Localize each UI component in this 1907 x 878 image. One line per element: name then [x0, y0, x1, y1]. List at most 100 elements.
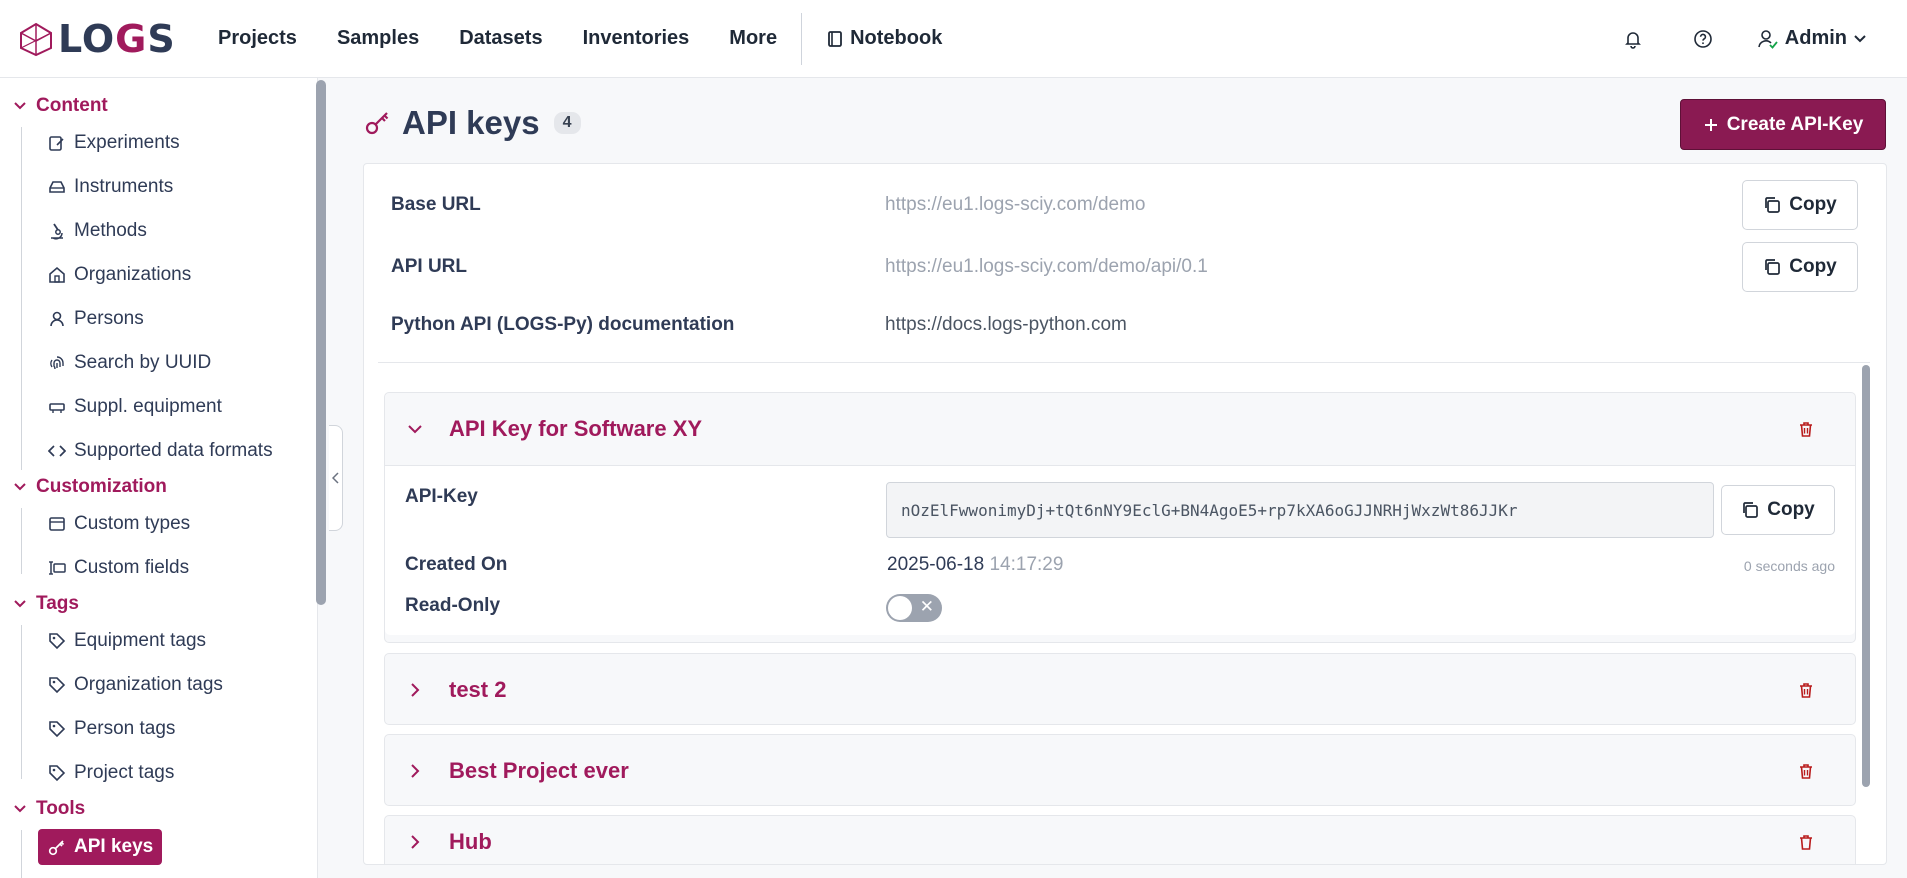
plus-icon: [1704, 118, 1717, 131]
nav-more[interactable]: More: [709, 27, 797, 50]
logs-logo[interactable]: LOGS: [18, 17, 188, 61]
tag-icon: [49, 633, 66, 650]
trash-icon[interactable]: [1797, 681, 1815, 699]
created-ago: 0 seconds ago: [1743, 558, 1835, 574]
logo-text: LOGS: [58, 16, 176, 61]
sidebar-section-tags[interactable]: Tags: [14, 593, 79, 615]
key-icon: [48, 840, 65, 856]
copy-label: Copy: [1789, 194, 1837, 215]
nav-inventories[interactable]: Inventories: [563, 27, 710, 50]
created-on-label: Created On: [405, 554, 508, 575]
api-key-title: test 2: [449, 677, 507, 702]
sidebar-item-label: Persons: [74, 308, 144, 329]
base-url-label: Base URL: [391, 194, 481, 215]
chevron-left-icon: [331, 472, 339, 484]
api-key-value-field[interactable]: nOzElFwwonimyDj+tQt6nNY9EclG+BN4AgoE5+rp…: [886, 482, 1714, 538]
api-key-panel: test 2: [384, 653, 1856, 725]
create-api-key-button[interactable]: Create API-Key: [1680, 99, 1886, 150]
sidebar-item-api-keys[interactable]: API keys: [38, 829, 162, 865]
sidebar-item-search-by-uuid[interactable]: Search by UUID: [48, 346, 211, 380]
create-api-key-label: Create API-Key: [1726, 113, 1864, 135]
created-date: 2025-06-18: [887, 554, 985, 575]
chevron-down-icon: [1854, 34, 1866, 42]
sidebar-item-label: API keys: [74, 836, 154, 857]
sidebar-section-tools[interactable]: Tools: [14, 798, 85, 820]
api-key-header[interactable]: Best Project ever: [385, 735, 1855, 807]
instrument-icon: [49, 181, 65, 193]
chevron-right-icon: [411, 683, 420, 697]
trash-icon[interactable]: [1797, 420, 1815, 438]
copy-api-url-button[interactable]: Copy: [1742, 242, 1858, 292]
sidebar-section-label: Customization: [36, 476, 167, 497]
copy-icon: [1765, 259, 1781, 275]
key-icon: [365, 112, 389, 135]
sidebar-item-custom-fields[interactable]: Custom fields: [48, 551, 189, 585]
custom-type-icon: [49, 517, 65, 531]
close-icon: ✕: [919, 597, 934, 616]
created-time: 14:17:29: [989, 554, 1064, 575]
nav-samples[interactable]: Samples: [317, 27, 439, 50]
chevron-right-icon: [411, 835, 420, 849]
card-divider: [378, 362, 1870, 363]
nav-projects[interactable]: Projects: [198, 27, 317, 50]
sidebar-section-content[interactable]: Content: [14, 95, 108, 117]
sidebar-item-label: Suppl. equipment: [74, 396, 222, 417]
docs-label: Python API (LOGS-Py) documentation: [391, 314, 735, 335]
sidebar-item-organization-tags[interactable]: Organization tags: [48, 668, 223, 702]
chevron-down-icon: [14, 102, 26, 110]
microscope-icon: [51, 223, 63, 240]
base-url-value: https://eu1.logs-sciy.com/demo: [885, 194, 1146, 215]
notifications-button[interactable]: [1613, 19, 1653, 59]
api-url-value: https://eu1.logs-sciy.com/demo/api/0.1: [885, 256, 1208, 277]
sidebar-scrollbar[interactable]: [316, 80, 326, 605]
api-key-header[interactable]: test 2: [385, 654, 1855, 726]
sidebar-item-methods[interactable]: Methods: [48, 214, 147, 248]
sidebar-item-person-tags[interactable]: Person tags: [48, 712, 175, 746]
help-button[interactable]: [1683, 19, 1723, 59]
sidebar-item-label: Experiments: [74, 132, 180, 153]
sidebar-collapse-handle[interactable]: [329, 425, 343, 531]
tag-icon: [49, 765, 66, 782]
copy-api-key-button[interactable]: Copy: [1721, 485, 1835, 535]
sidebar-item-custom-types[interactable]: Custom types: [48, 507, 190, 541]
chevron-right-icon: [411, 764, 420, 778]
nav-notebook[interactable]: Notebook: [806, 27, 962, 50]
sidebar-item-instruments[interactable]: Instruments: [48, 170, 173, 204]
docs-link[interactable]: https://docs.logs-python.com: [885, 314, 1127, 336]
custom-field-icon: [49, 561, 66, 575]
api-key-title: API Key for Software XY: [449, 416, 703, 441]
sidebar-item-label: Custom fields: [74, 557, 190, 578]
copy-label: Copy: [1767, 499, 1815, 520]
sidebar-tree-line: [21, 508, 22, 574]
sidebar-item-experiments[interactable]: Experiments: [48, 126, 180, 160]
sidebar-item-project-tags[interactable]: Project tags: [48, 756, 174, 790]
nav-datasets[interactable]: Datasets: [439, 27, 562, 50]
sidebar-item-equipment-tags[interactable]: Equipment tags: [48, 624, 206, 658]
sidebar-item-organizations[interactable]: Organizations: [48, 258, 191, 292]
sidebar-item-label: Instruments: [74, 176, 174, 197]
sidebar-section-label: Tools: [36, 798, 86, 819]
sidebar-item-label: Project tags: [74, 762, 175, 783]
copy-label: Copy: [1789, 256, 1837, 277]
keys-list-scrollbar[interactable]: [1862, 365, 1870, 787]
page-header: API keys 4: [364, 104, 581, 142]
sidebar-item-label: Custom types: [74, 513, 191, 534]
sidebar-item-suppl-equipment[interactable]: Suppl. equipment: [48, 390, 222, 424]
trash-icon[interactable]: [1797, 833, 1815, 851]
user-menu[interactable]: Admin: [1757, 27, 1867, 50]
trash-icon[interactable]: [1797, 762, 1815, 780]
sidebar-section-customization[interactable]: Customization: [14, 476, 167, 498]
notebook-icon: [828, 30, 842, 47]
read-only-toggle[interactable]: ✕: [886, 594, 942, 622]
code-icon: [48, 445, 66, 457]
user-name: Admin: [1784, 27, 1847, 49]
api-key-header[interactable]: Hub: [385, 815, 1855, 864]
copy-base-url-button[interactable]: Copy: [1742, 180, 1858, 230]
api-key-panel-clip: Hub: [384, 815, 1856, 864]
api-key-header[interactable]: API Key for Software XY: [385, 393, 1855, 465]
sidebar-tree-line: [21, 625, 22, 779]
top-navbar: LOGS Projects Samples Datasets Inventori…: [0, 0, 1907, 78]
fingerprint-icon: [50, 356, 64, 370]
sidebar-item-persons[interactable]: Persons: [48, 302, 144, 336]
sidebar-item-supported-data-formats[interactable]: Supported data formats: [48, 434, 273, 468]
